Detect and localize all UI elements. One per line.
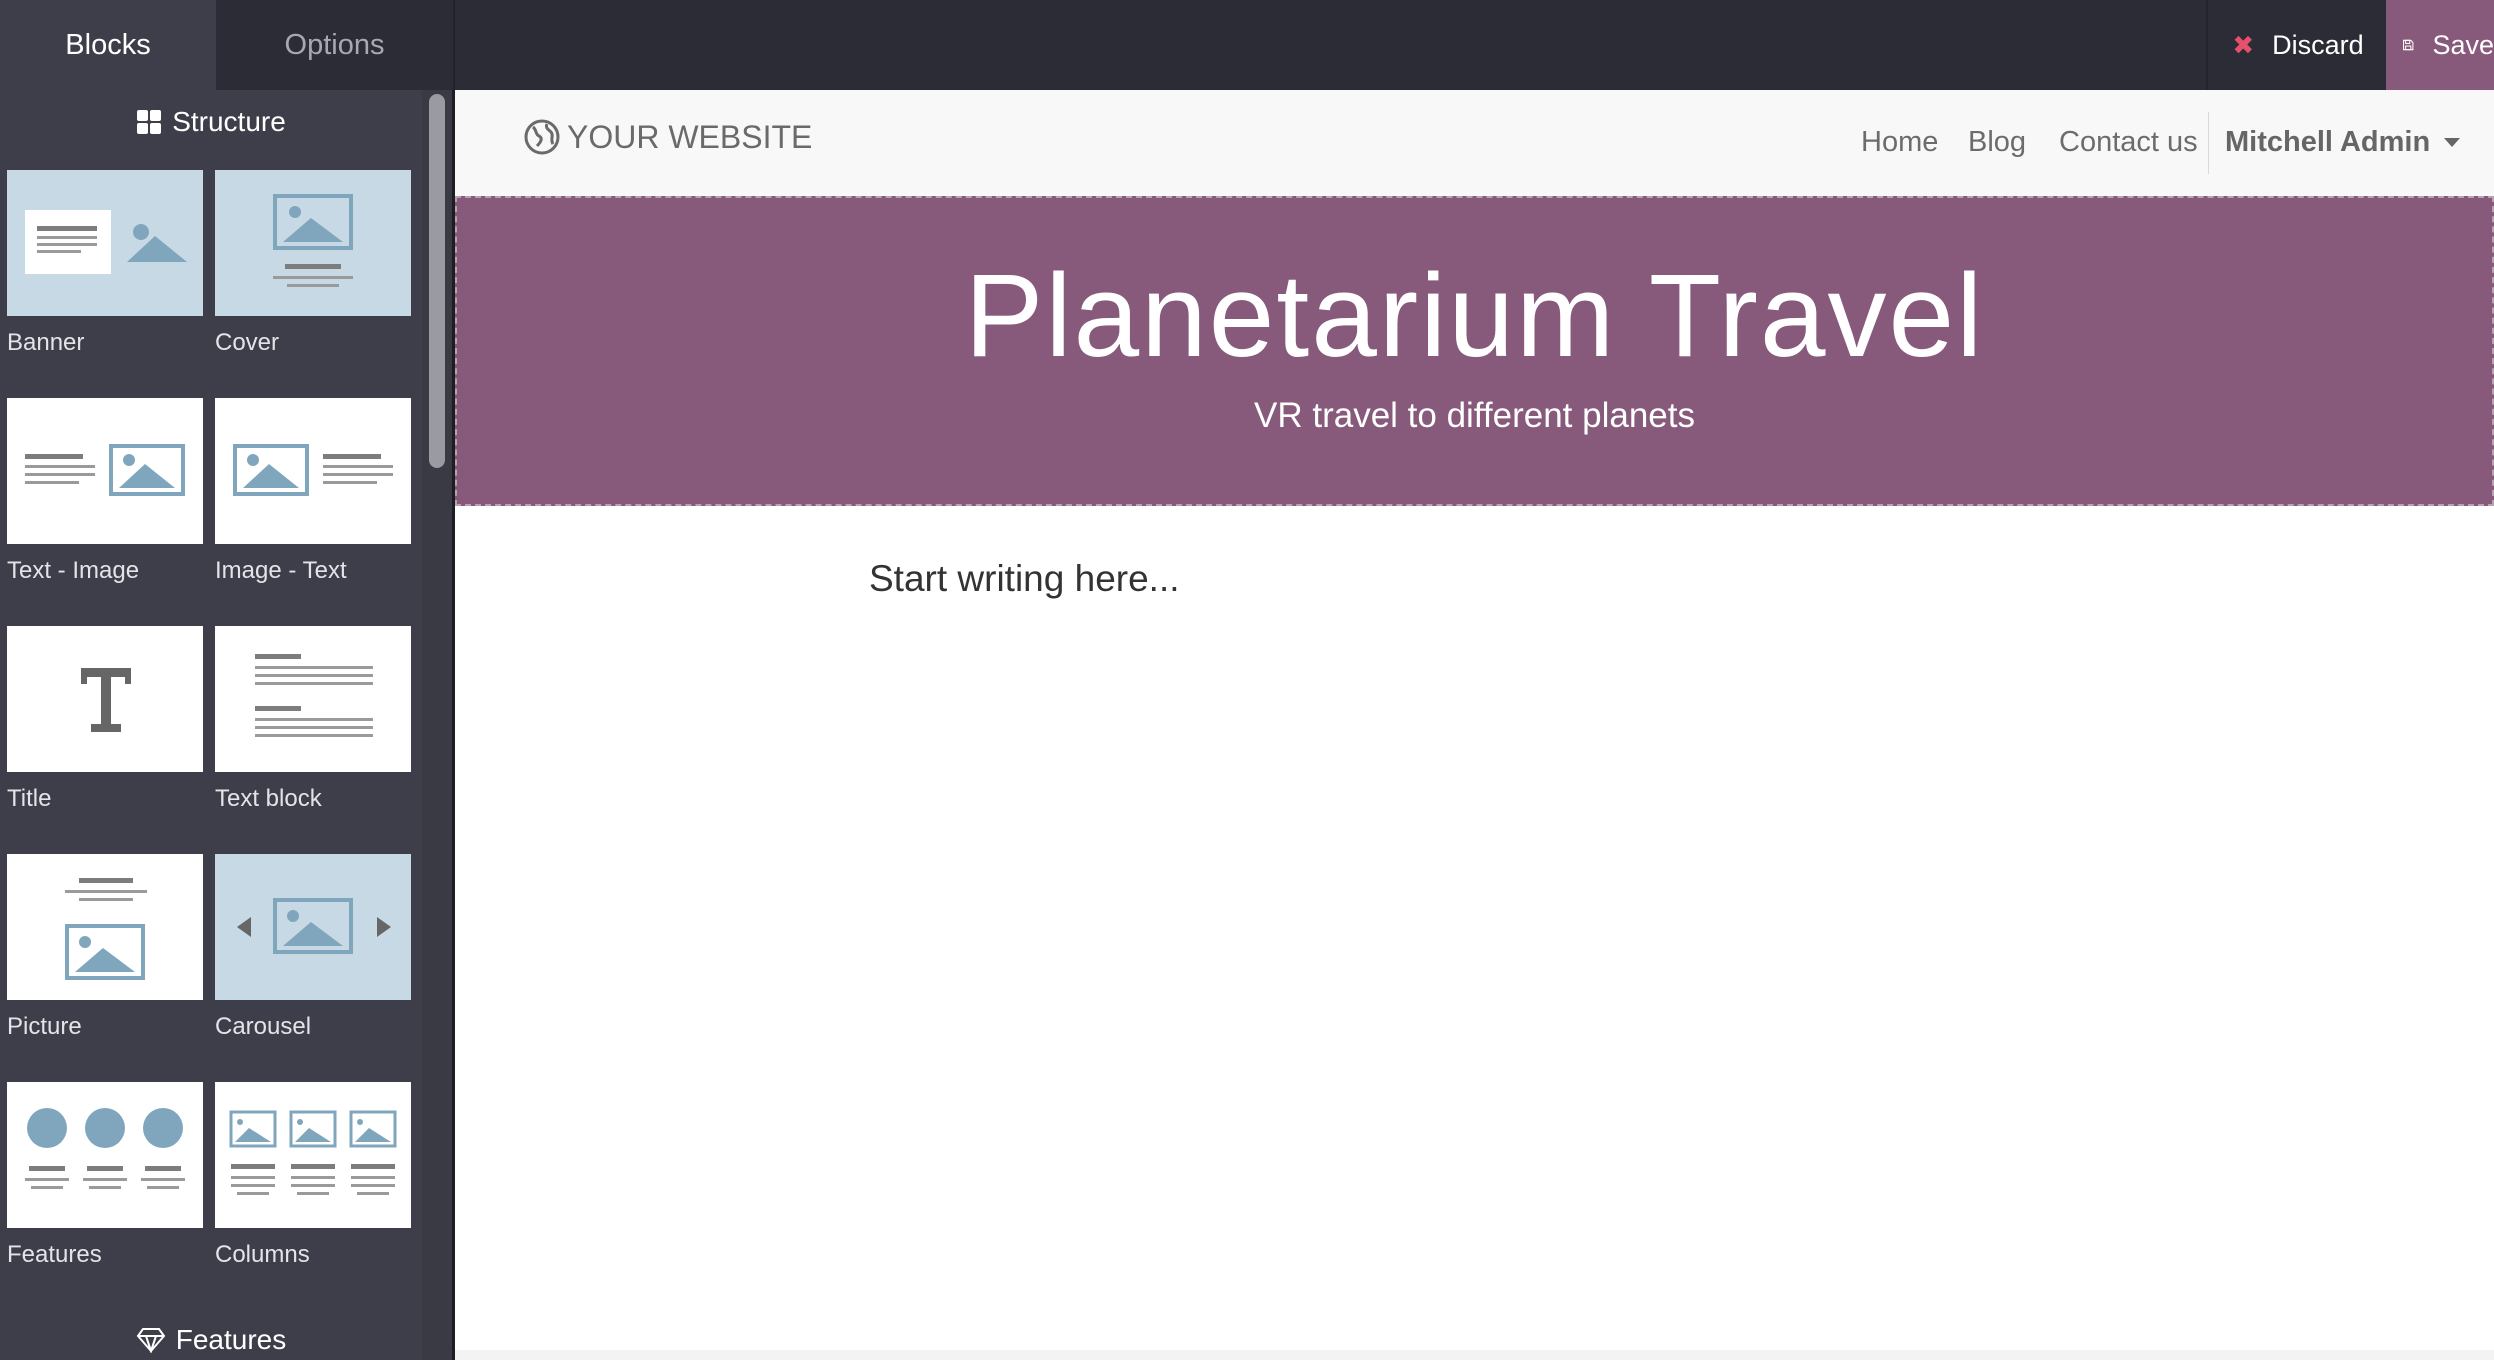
block-cover[interactable]: Cover [215,170,411,357]
block-label: Carousel [215,1013,312,1040]
block-features[interactable]: Features [7,1082,203,1269]
picture-thumbnail [7,854,203,1000]
text-image-thumbnail [7,398,203,544]
nav-contact-us[interactable]: Contact us [2059,126,2198,159]
tab-divider [453,0,455,90]
columns-thumbnail [215,1082,411,1228]
block-image-text[interactable]: Image - Text [215,398,411,585]
carousel-thumbnail [215,854,411,1000]
save-button[interactable]: Save [2386,0,2494,90]
block-label: Columns [215,1241,310,1268]
cover-thumbnail [215,170,411,316]
logo-text: YOUR WEBSITE [567,118,813,155]
site-logo[interactable]: YOUR WEBSITE [523,118,812,156]
floppy-disk-icon [2403,39,2414,51]
section-structure: Structure [0,106,422,138]
caret-down-icon [2444,138,2461,147]
page-footer-edge [455,1350,2494,1360]
save-label: Save [2432,29,2494,60]
banner-subtitle[interactable]: VR travel to different planets [455,396,2494,436]
section-features: Features [0,1324,422,1356]
block-label: Text - Image [7,557,140,584]
discard-button[interactable]: ✖ Discard [2206,0,2388,90]
discard-label: Discard [2272,29,2364,60]
block-text-image[interactable]: Text - Image [7,398,203,585]
block-title[interactable]: Title [7,626,203,813]
block-label: Text block [215,785,322,812]
banner-title[interactable]: Planetarium Travel [455,248,2494,384]
section-title: Structure [172,106,286,137]
block-label: Title [7,785,52,812]
diamond-icon [136,1328,166,1353]
block-label: Image - Text [215,557,347,584]
user-menu[interactable]: Mitchell Admin [2225,126,2461,159]
tab-blocks-label: Blocks [65,28,151,61]
section-title: Features [175,1324,287,1355]
blocks-sidebar: Structure Banner Cover Text - Image Imag… [0,90,422,1360]
user-name: Mitchell Admin [2225,126,2431,158]
globe-icon [524,119,560,155]
tab-blocks[interactable]: Blocks [0,0,216,90]
tab-options[interactable]: Options [216,0,453,90]
nav-home[interactable]: Home [1861,126,1938,159]
block-columns[interactable]: Columns [215,1082,411,1269]
features-thumbnail [7,1082,203,1228]
block-banner[interactable]: Banner [7,170,203,357]
block-label: Features [7,1241,102,1268]
nav-divider [2208,112,2209,174]
block-label: Picture [7,1013,82,1040]
block-carousel[interactable]: Carousel [215,854,411,1041]
banner-thumbnail [7,170,203,316]
site-header: YOUR WEBSITE Home Blog Contact us Mitche… [455,90,2494,197]
grid-icon [137,110,162,134]
block-picture[interactable]: Picture [7,854,203,1041]
editor-topbar: Blocks Options ✖ Discard Save [0,0,2494,90]
close-icon: ✖ [2232,29,2255,60]
body-placeholder[interactable]: Start writing here... [869,558,1180,600]
block-label: Banner [7,329,85,356]
website-preview: YOUR WEBSITE Home Blog Contact us Mitche… [455,90,2494,1360]
tab-options-label: Options [284,28,385,61]
title-thumbnail [7,626,203,772]
block-text-block[interactable]: Text block [215,626,411,813]
hero-banner[interactable]: Planetarium Travel VR travel to differen… [455,196,2494,506]
nav-blog[interactable]: Blog [1968,126,2026,159]
sidebar-scrollbar-thumb[interactable] [429,94,445,468]
image-text-thumbnail [215,398,411,544]
text-block-thumbnail [215,626,411,772]
block-label: Cover [215,329,280,356]
